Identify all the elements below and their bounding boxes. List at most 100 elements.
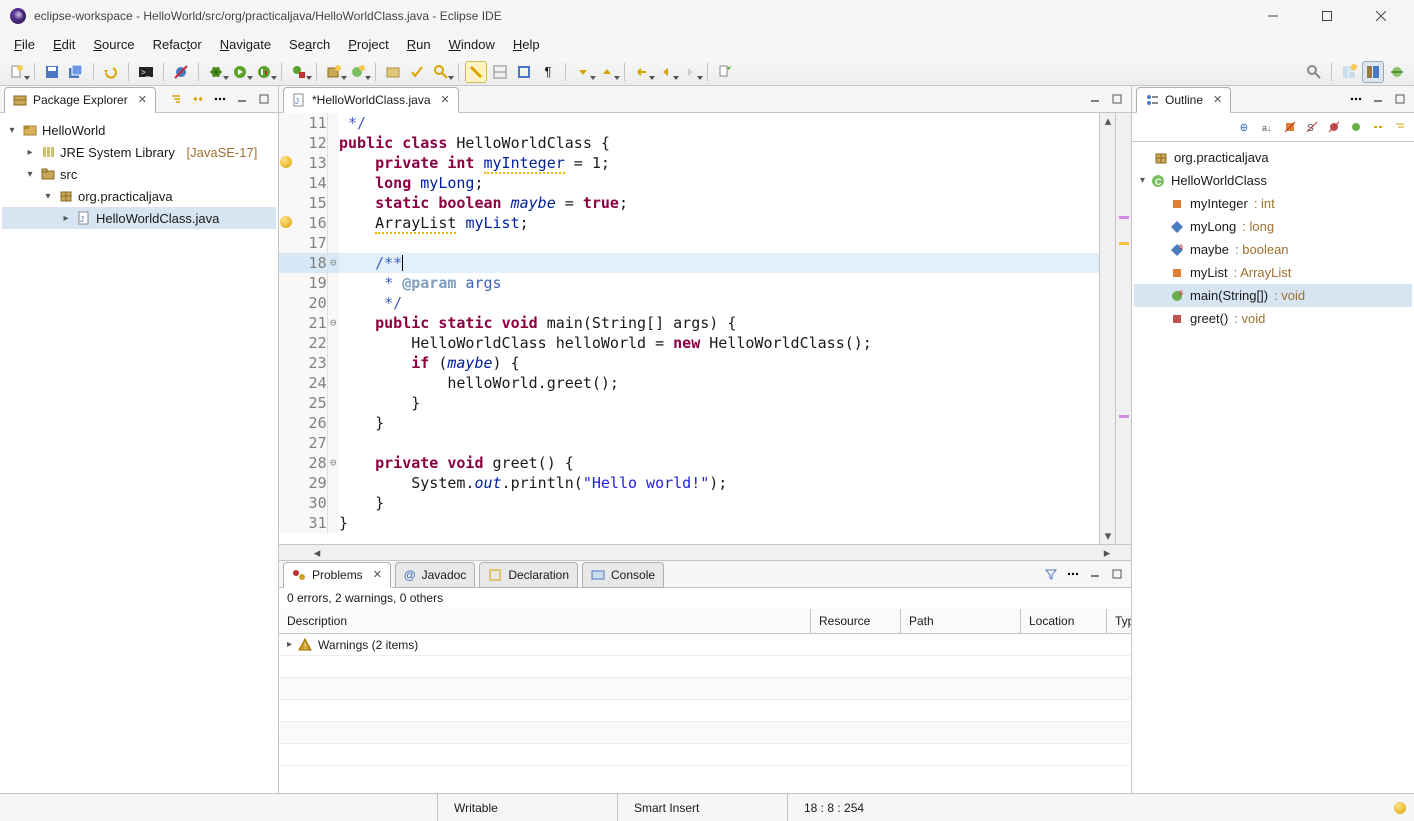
maximize-view-button[interactable] — [1390, 89, 1410, 109]
last-edit-button[interactable] — [631, 61, 653, 83]
code-line[interactable]: 19 * @param args — [279, 273, 1099, 293]
code-line[interactable]: 31} — [279, 513, 1099, 533]
menu-source[interactable]: Source — [85, 34, 142, 55]
collapse-all-button[interactable] — [166, 89, 186, 109]
maximize-view-button[interactable] — [1107, 564, 1127, 584]
code-line[interactable]: 16 ArrayList myList; — [279, 213, 1099, 233]
overview-ruler[interactable] — [1115, 113, 1131, 544]
ext-tools-button[interactable] — [288, 61, 310, 83]
code-line[interactable]: 21⊖ public static void main(String[] arg… — [279, 313, 1099, 333]
file-node[interactable]: ▸ J HelloWorldClass.java — [2, 207, 276, 229]
undo-button[interactable] — [100, 61, 122, 83]
collapse-all-button[interactable] — [1390, 117, 1410, 137]
toggle-mark-button[interactable] — [465, 61, 487, 83]
code-line[interactable]: 29 System.out.println("Hello world!"); — [279, 473, 1099, 493]
outline-member[interactable]: Smaybe : boolean — [1134, 238, 1412, 261]
code-line[interactable]: 30 } — [279, 493, 1099, 513]
problems-tab[interactable]: Problems ✕ — [283, 562, 391, 588]
minimize-button[interactable] — [1250, 0, 1296, 32]
next-annotation-button[interactable] — [572, 61, 594, 83]
show-ws-button[interactable]: ¶ — [537, 61, 559, 83]
view-menu-button[interactable] — [1346, 89, 1366, 109]
code-line[interactable]: 20 */ — [279, 293, 1099, 313]
minimize-view-button[interactable] — [1085, 564, 1105, 584]
expand-icon[interactable]: ▾ — [42, 191, 54, 202]
col-path[interactable]: Path — [901, 609, 1021, 633]
menu-window[interactable]: Window — [441, 34, 503, 55]
code-line[interactable]: 11 */ — [279, 113, 1099, 133]
hide-fields-button[interactable] — [1280, 117, 1300, 137]
link-editor-button[interactable] — [188, 89, 208, 109]
problems-table[interactable]: Description Resource Path Location Type … — [279, 609, 1131, 793]
outline-member[interactable]: greet() : void — [1134, 307, 1412, 330]
prev-annotation-button[interactable] — [596, 61, 618, 83]
menu-project[interactable]: Project — [340, 34, 396, 55]
code-line[interactable]: 12public class HelloWorldClass { — [279, 133, 1099, 153]
expand-icon[interactable]: ▾ — [24, 169, 36, 180]
window-close-button[interactable] — [1358, 0, 1404, 32]
code-line[interactable]: 15 static boolean maybe = true; — [279, 193, 1099, 213]
minimize-view-button[interactable] — [1368, 89, 1388, 109]
quickfix-icon[interactable] — [280, 156, 292, 168]
code-line[interactable]: 23 if (maybe) { — [279, 353, 1099, 373]
quickfix-icon[interactable] — [280, 216, 292, 228]
toggle-ws-button[interactable] — [489, 61, 511, 83]
editor-body[interactable]: 11 */12public class HelloWorldClass {13 … — [279, 113, 1131, 560]
code-line[interactable]: 22 HelloWorldClass helloWorld = new Hell… — [279, 333, 1099, 353]
expand-icon[interactable]: ▾ — [6, 125, 18, 136]
close-icon[interactable]: ✕ — [373, 568, 382, 581]
code-line[interactable]: 27 — [279, 433, 1099, 453]
code-line[interactable]: 26 } — [279, 413, 1099, 433]
outline-member[interactable]: Smain(String[]) : void — [1134, 284, 1412, 307]
new-type-button[interactable] — [347, 61, 369, 83]
console-tab[interactable]: Console — [582, 562, 664, 588]
debug-perspective-button[interactable] — [1386, 61, 1408, 83]
code-line[interactable]: 14 long myLong; — [279, 173, 1099, 193]
skip-breakpoints-button[interactable] — [170, 61, 192, 83]
menu-help[interactable]: Help — [505, 34, 548, 55]
pin-button[interactable] — [714, 61, 736, 83]
outline-member[interactable]: myLong : long — [1134, 215, 1412, 238]
terminal-button[interactable]: >_ — [135, 61, 157, 83]
search-button[interactable] — [430, 61, 452, 83]
package-explorer-tree[interactable]: ▾ HelloWorld ▸ JRE System Library [JavaS… — [0, 113, 278, 793]
expand-icon[interactable]: ▸ — [60, 213, 72, 224]
code-line[interactable]: 18⊖ /** — [279, 253, 1099, 273]
focus-button[interactable]: Ꚛ — [1236, 117, 1256, 137]
back-button[interactable] — [655, 61, 677, 83]
code-line[interactable]: 17 — [279, 233, 1099, 253]
col-description[interactable]: Description — [279, 609, 811, 633]
minimize-editor-button[interactable] — [1085, 89, 1105, 109]
minimize-view-button[interactable] — [232, 89, 252, 109]
outline-class[interactable]: ▾ C HelloWorldClass — [1134, 169, 1412, 192]
src-node[interactable]: ▾ src — [2, 163, 276, 185]
code-line[interactable]: 24 helloWorld.greet(); — [279, 373, 1099, 393]
new-package-button[interactable] — [323, 61, 345, 83]
forward-button[interactable] — [679, 61, 701, 83]
menu-navigate[interactable]: Navigate — [212, 34, 279, 55]
open-perspective-button[interactable] — [1338, 61, 1360, 83]
hide-local-button[interactable] — [1346, 117, 1366, 137]
save-all-button[interactable] — [65, 61, 87, 83]
coverage-button[interactable] — [253, 61, 275, 83]
col-type[interactable]: Type — [1107, 609, 1131, 633]
view-menu-button[interactable] — [1063, 564, 1083, 584]
menu-run[interactable]: Run — [399, 34, 439, 55]
close-icon[interactable]: ✕ — [138, 93, 147, 106]
new-button[interactable] — [6, 61, 28, 83]
filter-button[interactable] — [1041, 564, 1061, 584]
warnings-group-row[interactable]: ▸ ! Warnings (2 items) — [279, 634, 1131, 656]
code-line[interactable]: 28⊖ private void greet() { — [279, 453, 1099, 473]
debug-button[interactable] — [205, 61, 227, 83]
menu-file[interactable]: File — [6, 34, 43, 55]
menu-edit[interactable]: Edit — [45, 34, 83, 55]
expand-icon[interactable]: ▸ — [287, 639, 292, 650]
project-node[interactable]: ▾ HelloWorld — [2, 119, 276, 141]
vertical-scrollbar[interactable]: ▴ ▾ — [1099, 113, 1115, 544]
package-node[interactable]: ▾ org.practicaljava — [2, 185, 276, 207]
java-perspective-button[interactable] — [1362, 61, 1384, 83]
menu-search[interactable]: Search — [281, 34, 338, 55]
hide-static-button[interactable]: S — [1302, 117, 1322, 137]
outline-member[interactable]: myList : ArrayList — [1134, 261, 1412, 284]
maximize-view-button[interactable] — [254, 89, 274, 109]
